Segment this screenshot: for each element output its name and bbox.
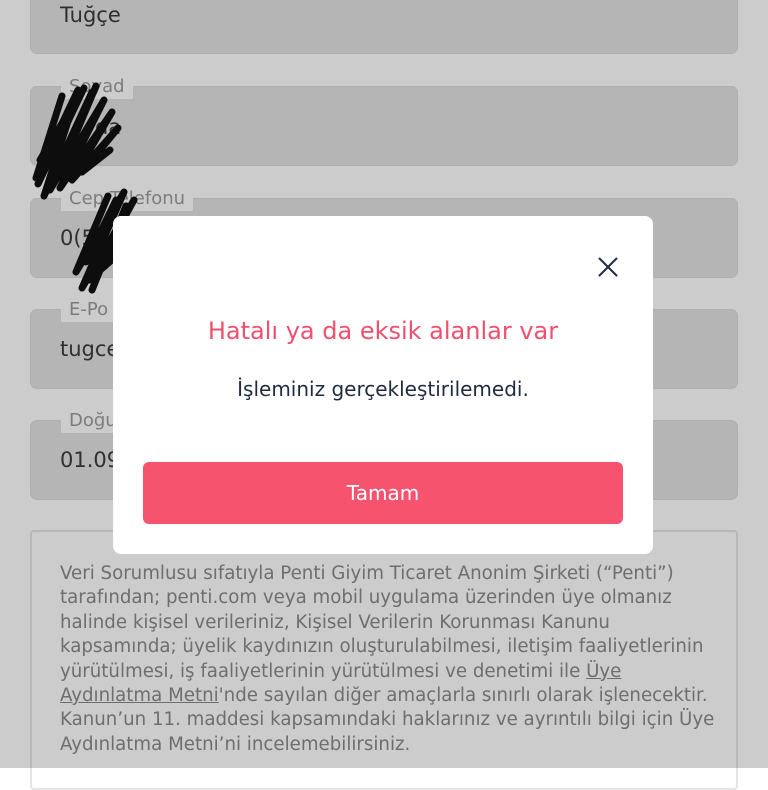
ok-button[interactable]: Tamam: [143, 462, 623, 524]
dialog-message: İşleminiz gerçekleştirilemedi.: [237, 377, 529, 401]
dialog-title: Hatalı ya da eksik alanlar var: [207, 317, 559, 345]
error-dialog: Hatalı ya da eksik alanlar var İşleminiz…: [113, 216, 653, 554]
close-icon[interactable]: [593, 252, 623, 282]
